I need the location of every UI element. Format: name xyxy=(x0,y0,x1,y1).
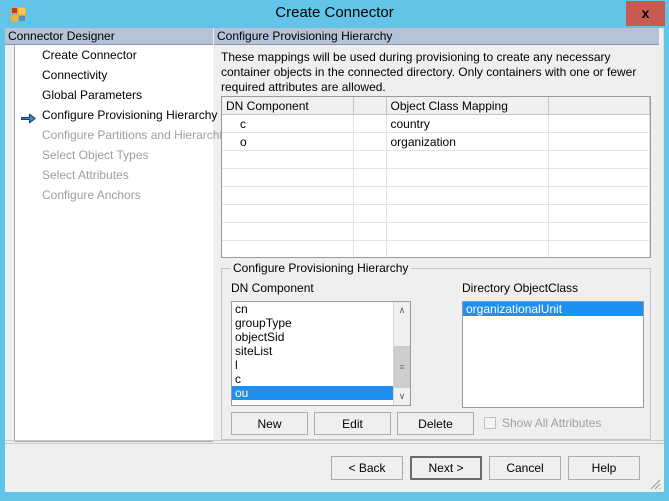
directory-objectclass-label: Directory ObjectClass xyxy=(462,281,579,295)
scrollbar-thumb[interactable]: ≡ xyxy=(394,346,410,389)
footer-separator xyxy=(5,440,664,441)
cancel-button[interactable]: Cancel xyxy=(489,456,561,480)
dialog-window: Create Connector x Connector Designer Cr… xyxy=(0,0,669,501)
dn-component-listbox[interactable]: cn groupType objectSid siteList l c ou ∧… xyxy=(231,301,411,406)
back-button[interactable]: < Back xyxy=(331,456,403,480)
delete-button[interactable]: Delete xyxy=(397,412,474,435)
sidebar-item-label: Global Parameters xyxy=(42,88,143,102)
sidebar-item-configure-provisioning-hierarchy[interactable]: Configure Provisioning Hierarchy xyxy=(15,105,217,125)
list-item[interactable]: l xyxy=(232,358,393,372)
table-header-row: DN Component Object Class Mapping xyxy=(222,97,650,115)
next-button[interactable]: Next > xyxy=(410,456,482,480)
sidebar-item-label: Configure Partitions and Hierarchies xyxy=(42,128,235,142)
dn-component-list-items: cn groupType objectSid siteList l c ou xyxy=(232,302,393,400)
sidebar-item-select-attributes: Select Attributes xyxy=(15,165,213,185)
main-panel: Configure Provisioning Hierarchy These m… xyxy=(214,28,664,442)
window-title: Create Connector xyxy=(275,4,394,21)
table-row-empty[interactable] xyxy=(222,150,650,169)
column-header-dn-component[interactable]: DN Component xyxy=(222,97,354,115)
cell-object-class-mapping: country xyxy=(386,114,549,133)
current-step-arrow-icon xyxy=(21,110,36,124)
list-item[interactable]: groupType xyxy=(232,316,393,330)
sidebar-item-label: Connectivity xyxy=(42,68,108,82)
main-panel-header: Configure Provisioning Hierarchy xyxy=(214,28,659,45)
cell-object-class-mapping: organization xyxy=(386,132,549,151)
panel-right-gutter xyxy=(663,28,664,442)
cell-dn-component: c xyxy=(222,114,354,133)
list-item-selected[interactable]: organizationalUnit xyxy=(463,302,643,316)
cell-dn-component: o xyxy=(222,132,354,151)
cell-blank-2 xyxy=(548,132,650,151)
directory-objectclass-list-items: organizationalUnit xyxy=(463,302,643,316)
table-row-empty[interactable] xyxy=(222,240,650,257)
table-row-empty[interactable] xyxy=(222,204,650,223)
column-header-blank-2[interactable] xyxy=(548,97,650,115)
table-row[interactable]: c country xyxy=(222,114,650,133)
table-row-empty[interactable] xyxy=(222,222,650,241)
column-header-blank-1[interactable] xyxy=(353,97,387,115)
sidebar-item-label: Create Connector xyxy=(42,48,137,62)
show-all-attributes-label: Show All Attributes xyxy=(502,416,602,430)
dn-component-label: DN Component xyxy=(231,281,314,295)
dialog-client-area: Connector Designer Create Connector Conn… xyxy=(5,28,664,492)
title-bar: Create Connector x xyxy=(0,0,669,28)
list-item-selected[interactable]: ou xyxy=(232,386,393,400)
mappings-table: DN Component Object Class Mapping c coun… xyxy=(222,97,650,257)
list-item[interactable]: siteList xyxy=(232,344,393,358)
sidebar-item-label: Configure Provisioning Hierarchy xyxy=(42,108,218,122)
cell-blank-1 xyxy=(353,132,387,151)
groupbox-legend: Configure Provisioning Hierarchy xyxy=(230,261,412,275)
sidebar-item-configure-anchors: Configure Anchors xyxy=(15,185,213,205)
sidebar-item-connectivity[interactable]: Connectivity xyxy=(15,65,213,85)
help-button[interactable]: Help xyxy=(568,456,640,480)
scroll-up-arrow-icon[interactable]: ∧ xyxy=(394,302,410,319)
cell-blank-2 xyxy=(548,114,650,133)
sidebar-item-select-object-types: Select Object Types xyxy=(15,145,213,165)
list-item[interactable]: cn xyxy=(232,302,393,316)
sidebar-nav-list: Create Connector Connectivity Global Par… xyxy=(14,45,235,442)
dn-component-scrollbar[interactable]: ∧ ≡ ∨ xyxy=(393,302,410,405)
resize-grip-icon[interactable] xyxy=(648,477,661,490)
provisioning-hierarchy-groupbox: Configure Provisioning Hierarchy DN Comp… xyxy=(221,261,651,440)
sidebar-item-label: Select Attributes xyxy=(42,168,129,182)
checkbox-box-icon xyxy=(484,417,496,429)
sidebar-item-configure-partitions-and-hierarchies: Configure Partitions and Hierarchies xyxy=(15,125,235,145)
sidebar-header: Connector Designer xyxy=(5,28,213,45)
list-item[interactable]: c xyxy=(232,372,393,386)
directory-objectclass-listbox[interactable]: organizationalUnit xyxy=(462,301,644,408)
close-icon[interactable]: x xyxy=(626,1,665,26)
mappings-grid[interactable]: DN Component Object Class Mapping c coun… xyxy=(221,96,651,258)
new-button[interactable]: New xyxy=(231,412,308,435)
sidebar: Connector Designer Create Connector Conn… xyxy=(5,28,235,442)
sidebar-item-label: Configure Anchors xyxy=(42,188,141,202)
table-row-empty[interactable] xyxy=(222,168,650,187)
table-row-empty[interactable] xyxy=(222,186,650,205)
table-row[interactable]: o organization xyxy=(222,132,650,151)
sidebar-item-label: Select Object Types xyxy=(42,148,149,162)
sidebar-item-global-parameters[interactable]: Global Parameters xyxy=(15,85,213,105)
main-description: These mappings will be used during provi… xyxy=(221,50,637,94)
column-header-object-class-mapping[interactable]: Object Class Mapping xyxy=(386,97,549,115)
dialog-footer: < Back Next > Cancel Help xyxy=(5,443,664,492)
show-all-attributes-checkbox: Show All Attributes xyxy=(484,416,601,430)
sidebar-item-create-connector[interactable]: Create Connector xyxy=(15,45,213,65)
list-item[interactable]: objectSid xyxy=(232,330,393,344)
edit-button[interactable]: Edit xyxy=(314,412,391,435)
scroll-down-arrow-icon[interactable]: ∨ xyxy=(394,388,410,405)
cell-blank-1 xyxy=(353,114,387,133)
